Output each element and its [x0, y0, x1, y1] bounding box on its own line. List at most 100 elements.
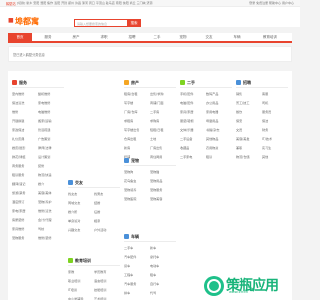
category-link[interactable]: 装修 [38, 163, 44, 168]
category-link[interactable]: 婚庆/摄影 [12, 145, 25, 150]
site-logo[interactable]: 埠都寓 [15, 16, 39, 27]
category-link[interactable]: 办公用品 [206, 100, 218, 105]
category-link[interactable]: 维修/装修 [38, 235, 51, 240]
category-title[interactable]: 招聘 [243, 80, 251, 86]
category-link[interactable]: 鲜花/绿植 [12, 154, 25, 159]
category-title[interactable]: 宠物 [131, 158, 139, 164]
current-city[interactable]: 鹤壁站 [6, 1, 16, 6]
category-link[interactable]: 中小学辅导 [68, 296, 83, 300]
category-link[interactable]: 宠物服务 [150, 187, 162, 192]
category-link[interactable]: 旅游/票务 [12, 190, 25, 195]
nav-item[interactable]: 交友 [198, 33, 220, 41]
category-link[interactable]: 家电/家居 [12, 208, 25, 213]
category-link[interactable]: 土地 [150, 136, 156, 141]
category-link[interactable]: 服装/鞋帽 [180, 118, 193, 123]
category-link[interactable]: 同城交友 [68, 200, 80, 205]
category-link[interactable]: 仓库出租 [124, 136, 136, 141]
category-link[interactable]: 职业培训 [68, 278, 80, 283]
category-link[interactable]: 婚介 [38, 181, 44, 186]
category-link[interactable]: 服务员 [262, 109, 271, 114]
category-link[interactable]: 驾校 [38, 226, 44, 231]
category-link[interactable]: 农用物资 [206, 145, 218, 150]
category-link[interactable]: 家政保洁 [12, 127, 24, 132]
category-link[interactable]: 求购房 [150, 118, 159, 123]
category-link[interactable]: 租房/合租 [124, 91, 137, 96]
category-link[interactable]: 宠物用品 [150, 178, 162, 183]
category-link[interactable]: 保洁 [262, 118, 268, 123]
category-link[interactable]: 写字楼出售 [124, 127, 139, 132]
category-title[interactable]: 二手 [187, 80, 195, 86]
category-link[interactable]: 求租房 [124, 118, 133, 123]
category-link[interactable]: 室内维修 [12, 91, 24, 96]
category-title[interactable]: 房产 [131, 80, 139, 86]
category-link[interactable]: 礼仪庆典 [12, 136, 24, 141]
category-link[interactable]: 文员 [236, 127, 242, 132]
category-link[interactable]: 拼车 [124, 290, 130, 295]
category-link[interactable]: 客服 [262, 91, 268, 96]
category-link[interactable]: 家电维修 [38, 100, 50, 105]
category-link[interactable]: 技能培训 [94, 287, 106, 292]
nav-item[interactable]: 宠物 [172, 33, 194, 41]
category-link[interactable]: 出售/求购 [150, 91, 163, 96]
category-title[interactable]: 车辆 [131, 234, 139, 240]
category-link[interactable]: 餐饮 [236, 109, 242, 114]
category-link[interactable]: IT/技术 [262, 136, 272, 141]
category-link[interactable]: 物流/快递 [38, 172, 51, 177]
category-link[interactable]: 宠物领养 [124, 187, 136, 192]
category-link[interactable]: 销售 [236, 91, 242, 96]
category-link[interactable]: 财务 [262, 127, 268, 132]
category-link[interactable]: 保安 [236, 118, 242, 123]
category-link[interactable]: IT培训 [68, 287, 77, 292]
category-link[interactable]: 货车 [124, 263, 130, 268]
category-link[interactable]: 征婚 [94, 209, 100, 214]
category-link[interactable]: 租车 [150, 272, 156, 277]
category-link[interactable]: 租赁 [206, 154, 212, 159]
category-link[interactable]: 商务服务 [12, 163, 24, 168]
category-link[interactable]: 摩托车 [150, 254, 159, 259]
user-links[interactable]: 登录 免费注册 帮助中心 用户中心 [249, 1, 294, 5]
category-link[interactable]: 商铺/门面 [150, 100, 163, 105]
category-link[interactable]: 数码产品 [206, 91, 218, 96]
category-link[interactable]: 维修/清洗 [38, 208, 51, 213]
nav-item[interactable]: 服务 [36, 33, 60, 41]
category-link[interactable]: 工程车 [124, 272, 133, 277]
category-link[interactable]: 找女友 [68, 191, 77, 196]
category-link[interactable]: 厂房出售 [150, 145, 162, 150]
category-link[interactable]: 律师/法律 [38, 145, 51, 150]
city-switcher[interactable]: [切换] 新乡 安阳 濮阳 焦作 洛阳 开封 郑州 许昌 漯河 周口 平顶山 驻… [17, 1, 153, 5]
category-link[interactable]: 管道疏通 [38, 127, 50, 132]
category-link[interactable]: 结婚 [94, 200, 100, 205]
category-title[interactable]: 交友 [75, 180, 83, 186]
category-link[interactable]: 新车 [150, 245, 156, 250]
category-link[interactable]: 家用电器 [206, 109, 218, 114]
category-link[interactable]: 家具/家居 [180, 109, 193, 114]
category-link[interactable]: 家具维修 [12, 226, 24, 231]
category-title[interactable]: 服务 [19, 80, 27, 86]
category-link[interactable]: 代驾 [150, 290, 156, 295]
category-link[interactable]: 宠物/养护 [38, 199, 51, 204]
category-link[interactable]: 宠物狗 [124, 169, 133, 174]
category-link[interactable]: 整机维修 [38, 91, 50, 96]
search-button[interactable]: 搜索 [127, 19, 141, 27]
search-input[interactable]: 请输入想要搜索的信息 [74, 19, 128, 27]
nav-item[interactable]: 教育培训 [254, 33, 286, 41]
category-link[interactable]: 其他 [262, 154, 268, 159]
category-link[interactable]: 其他物品 [206, 136, 218, 141]
category-link[interactable]: 电脑维修 [38, 109, 50, 114]
category-link[interactable]: 汽车配件 [124, 254, 136, 259]
category-link[interactable]: 宠物美容 [150, 196, 162, 201]
category-link[interactable]: 写字楼 [124, 100, 133, 105]
category-link[interactable]: 二手房 [150, 109, 159, 114]
category-link[interactable]: 找男友 [94, 191, 103, 196]
category-link[interactable]: 电动车 [150, 263, 159, 268]
nav-item[interactable]: 招聘 [120, 33, 144, 41]
category-link[interactable]: 家教 [68, 269, 74, 274]
category-link[interactable]: 美容/美体 [38, 190, 51, 195]
category-link[interactable]: 自行车 [150, 281, 159, 286]
category-link[interactable]: 短租/日租 [150, 127, 163, 132]
category-link[interactable]: 厂房/仓库 [124, 109, 137, 114]
category-link[interactable]: 保洁清洗 [12, 100, 24, 105]
category-link[interactable]: 会计/代理 [38, 217, 51, 222]
category-link[interactable]: 相亲 [94, 218, 100, 223]
category-link[interactable]: 宠物服务 [12, 235, 24, 240]
